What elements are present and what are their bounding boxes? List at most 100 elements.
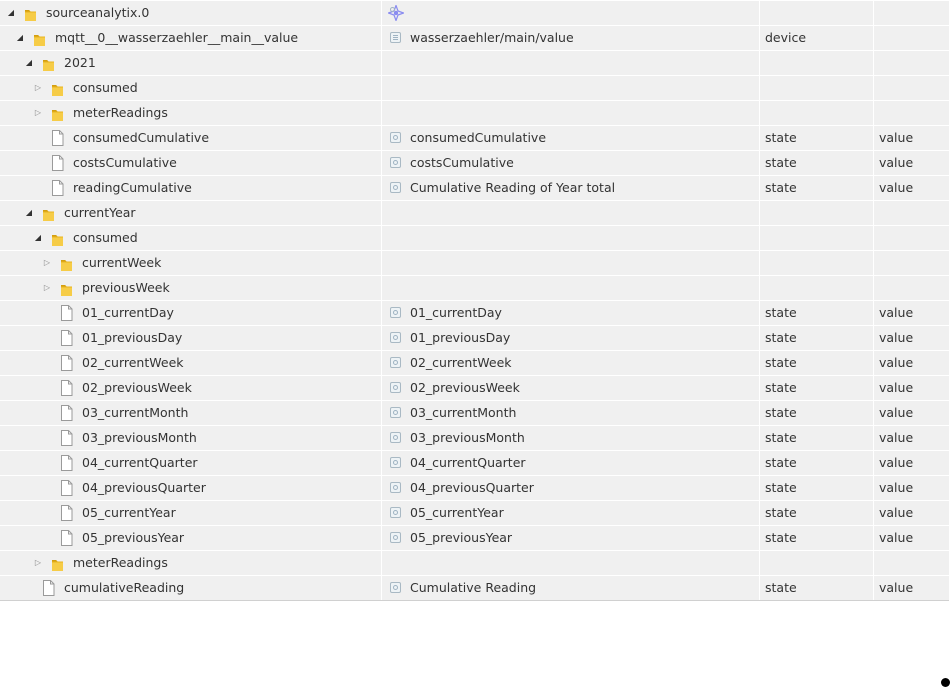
tree-row[interactable]: 04_previousQuarter 04_previousQuarter stat… (0, 475, 949, 500)
collapse-toggle-icon[interactable]: ◢ (33, 226, 43, 250)
object-role: value (879, 355, 914, 370)
object-name: 03_currentMonth (82, 405, 189, 420)
tree-row[interactable]: 02_currentWeek 02_currentWeek state value (0, 350, 949, 375)
object-label: 02_previousWeek (410, 380, 520, 395)
tree-row[interactable]: cumulativeReading Cumulative Reading state… (0, 575, 949, 600)
tree-row[interactable]: 03_previousMonth 03_previousMonth state val… (0, 425, 949, 450)
state-icon (390, 582, 401, 593)
label-cell (382, 101, 760, 125)
file-icon (60, 480, 73, 496)
type-cell: state (760, 151, 874, 175)
tree-row[interactable]: readingCumulative Cumulative Reading of Y… (0, 175, 949, 200)
role-cell (874, 1, 949, 25)
role-cell: value (874, 126, 949, 150)
type-cell (760, 551, 874, 575)
tree-row[interactable]: ◢ sourceanalytix.0 (0, 0, 949, 25)
expand-toggle-icon[interactable]: ▷ (42, 276, 52, 300)
object-name: currentWeek (82, 255, 162, 270)
tree-row[interactable]: ◢ consumed (0, 225, 949, 250)
object-label: 01_previousDay (410, 330, 511, 345)
object-name: 02_previousWeek (82, 380, 192, 395)
tree-row[interactable]: costsCumulative costsCumulative state value (0, 150, 949, 175)
object-label: 03_currentMonth (410, 405, 517, 420)
tree-row[interactable]: 04_currentQuarter 04_currentQuarter state v… (0, 450, 949, 475)
object-role: value (879, 330, 914, 345)
name-cell: 04_currentQuarter (0, 451, 382, 475)
expand-toggle-icon[interactable]: ▷ (33, 551, 43, 575)
role-cell (874, 201, 949, 225)
label-cell: 03_currentMonth (382, 401, 760, 425)
collapse-toggle-icon[interactable]: ◢ (24, 201, 34, 225)
object-name: mqtt__0__wasserzaehler__main__value (55, 30, 299, 45)
state-icon (390, 157, 401, 168)
folder-icon (60, 281, 73, 296)
object-label: 04_currentQuarter (410, 455, 526, 470)
object-type: state (765, 480, 797, 495)
object-role: value (879, 305, 914, 320)
object-name: sourceanalytix.0 (46, 5, 150, 20)
role-cell: value (874, 426, 949, 450)
name-cell: 03_previousMonth (0, 426, 382, 450)
tree-row[interactable]: ▷ previousWeek (0, 275, 949, 300)
role-cell: value (874, 576, 949, 600)
tree-row[interactable]: ◢ mqtt__0__wasserzaehler__main__value wass… (0, 25, 949, 50)
object-role: value (879, 155, 914, 170)
type-cell (760, 51, 874, 75)
object-name: meterReadings (73, 555, 168, 570)
name-cell: ◢ currentYear (0, 201, 382, 225)
tree-row[interactable]: ▷ meterReadings (0, 550, 949, 575)
object-name: cumulativeReading (64, 580, 185, 595)
file-icon (60, 405, 73, 421)
expand-toggle-icon[interactable]: ▷ (33, 76, 43, 100)
label-cell: 04_currentQuarter (382, 451, 760, 475)
tree-row[interactable]: 01_previousDay 01_previousDay state value (0, 325, 949, 350)
collapse-toggle-icon[interactable]: ◢ (24, 51, 34, 75)
object-label: 02_currentWeek (410, 355, 512, 370)
tree-row[interactable]: ▷ meterReadings (0, 100, 949, 125)
object-role: value (879, 505, 914, 520)
tree-row[interactable]: ◢ currentYear (0, 200, 949, 225)
tree-row[interactable]: ▷ consumed (0, 75, 949, 100)
type-cell (760, 1, 874, 25)
state-icon (390, 332, 401, 343)
file-icon (60, 505, 73, 521)
type-cell (760, 251, 874, 275)
state-icon (390, 382, 401, 393)
object-type: state (765, 305, 797, 320)
type-cell (760, 276, 874, 300)
state-icon (390, 132, 401, 143)
tree-row[interactable]: ▷ currentWeek (0, 250, 949, 275)
tree-row[interactable]: 05_previousYear 05_previousYear state value (0, 525, 949, 550)
label-cell: consumedCumulative (382, 126, 760, 150)
tree-row[interactable]: 01_currentDay 01_currentDay state value (0, 300, 949, 325)
state-icon (390, 457, 401, 468)
type-cell: state (760, 301, 874, 325)
object-type: state (765, 430, 797, 445)
tree-row[interactable]: consumedCumulative consumedCumulative stat… (0, 125, 949, 150)
state-icon (390, 482, 401, 493)
role-cell: value (874, 451, 949, 475)
object-role: value (879, 430, 914, 445)
role-cell: value (874, 476, 949, 500)
collapse-toggle-icon[interactable]: ◢ (6, 1, 16, 25)
name-cell: 04_previousQuarter (0, 476, 382, 500)
device-icon (390, 32, 401, 43)
type-cell: state (760, 501, 874, 525)
object-type: state (765, 355, 797, 370)
tree-row[interactable]: 03_currentMonth 03_currentMonth state value (0, 400, 949, 425)
collapse-toggle-icon[interactable]: ◢ (15, 26, 25, 50)
object-label: 04_previousQuarter (410, 480, 534, 495)
role-cell: value (874, 376, 949, 400)
tree-row[interactable]: 05_currentYear 05_currentYear state value (0, 500, 949, 525)
object-type: state (765, 530, 797, 545)
tree-row[interactable]: ◢ 2021 (0, 50, 949, 75)
object-role: value (879, 455, 914, 470)
expand-toggle-icon[interactable]: ▷ (42, 251, 52, 275)
label-cell: costsCumulative (382, 151, 760, 175)
role-cell: value (874, 176, 949, 200)
object-label: costsCumulative (410, 155, 514, 170)
state-icon (390, 432, 401, 443)
tree-row[interactable]: 02_previousWeek 02_previousWeek state value (0, 375, 949, 400)
object-label: 03_previousMonth (410, 430, 525, 445)
expand-toggle-icon[interactable]: ▷ (33, 101, 43, 125)
